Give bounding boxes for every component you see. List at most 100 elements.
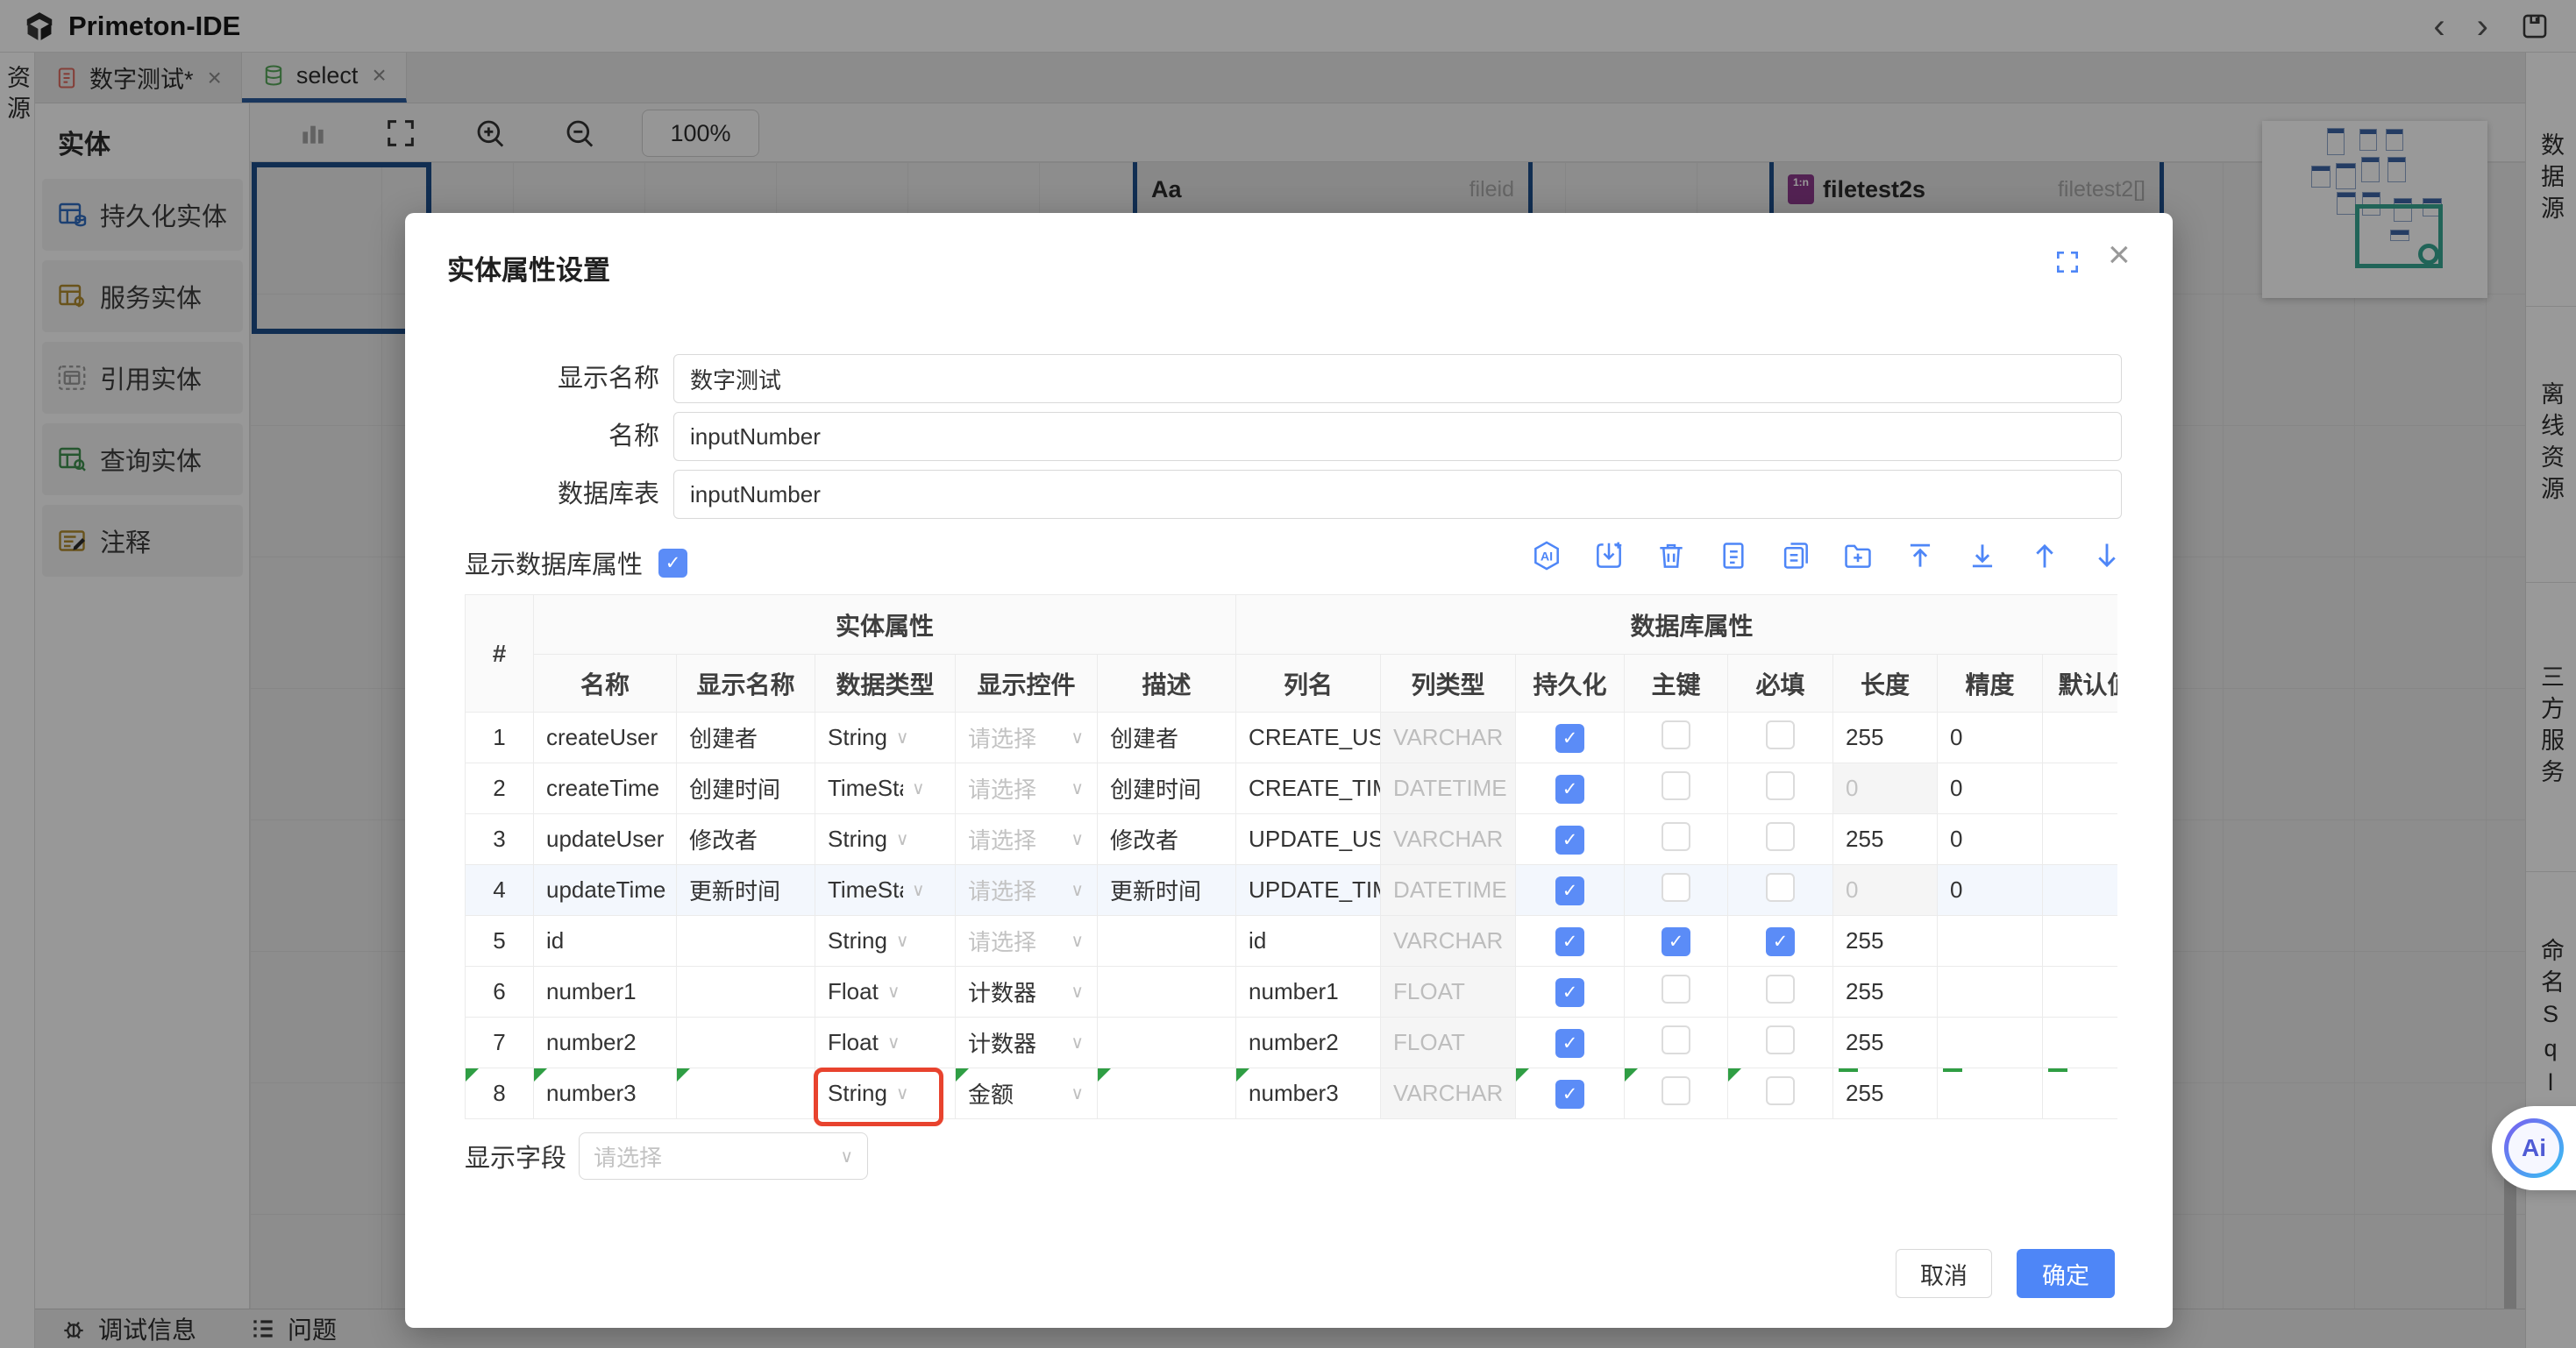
required-checkbox: ✓ xyxy=(1766,927,1795,956)
data-type-select: String∨ xyxy=(828,927,909,954)
col-header-data-type: 数据类型 xyxy=(815,655,956,713)
data-type-select: String∨ xyxy=(828,724,909,751)
delete-row-icon[interactable] xyxy=(1654,539,1688,572)
required-checkbox xyxy=(1766,1076,1795,1105)
show-db-props-checkbox[interactable]: ✓ xyxy=(658,549,687,578)
control-select: 请选择∨ xyxy=(968,874,1084,906)
attr-name-cell: number3 xyxy=(534,1068,676,1118)
default-cell xyxy=(2043,967,2117,1017)
fullscreen-icon[interactable] xyxy=(2053,248,2081,276)
move-to-bottom-icon[interactable] xyxy=(1966,539,1999,572)
document-icon[interactable] xyxy=(1717,539,1750,572)
length-cell: 255 xyxy=(1833,916,1937,966)
close-icon[interactable]: × xyxy=(2108,236,2131,274)
column-type-cell: VARCHAR xyxy=(1381,916,1516,967)
precision-cell: 0 xyxy=(1938,865,2042,915)
required-checkbox xyxy=(1766,822,1795,851)
description-cell: 创建时间 xyxy=(1098,763,1235,813)
table-row[interactable]: 5idString∨请选择∨idVARCHAR✓✓✓255 xyxy=(466,916,2118,967)
persist-checkbox: ✓ xyxy=(1555,826,1584,855)
move-to-top-icon[interactable] xyxy=(1904,539,1937,572)
persist-checkbox: ✓ xyxy=(1555,876,1584,905)
description-cell xyxy=(1098,1018,1235,1068)
chevron-down-icon: ∨ xyxy=(912,879,925,901)
row-index: 2 xyxy=(466,763,534,814)
primary-key-checkbox xyxy=(1662,1025,1690,1054)
dialog-title: 实体属性设置 xyxy=(447,248,610,287)
length-cell: 255 xyxy=(1833,713,1937,763)
required-checkbox xyxy=(1766,975,1795,1004)
table-row[interactable]: 6number1Float∨计数器∨number1FLOAT✓255 xyxy=(466,967,2118,1018)
chevron-down-icon: ∨ xyxy=(896,930,909,952)
chevron-down-icon: ∨ xyxy=(887,1032,900,1054)
precision-cell xyxy=(1938,967,2042,1017)
dialog-toolbar: AI xyxy=(1530,539,2124,572)
length-cell: 255 xyxy=(1833,967,1937,1017)
column-type-cell: DATETIME xyxy=(1381,763,1516,814)
required-checkbox xyxy=(1766,1025,1795,1054)
col-header-description: 描述 xyxy=(1098,655,1236,713)
data-type-select: Float∨ xyxy=(828,1029,900,1056)
app-window: Primeton-IDE ‹ › 资源 数字测试* × select xyxy=(0,0,2576,1348)
persist-checkbox: ✓ xyxy=(1555,978,1584,1007)
precision-cell xyxy=(1938,916,2042,966)
display-field-select[interactable]: 请选择 ∨ xyxy=(579,1132,868,1180)
table-row[interactable]: 8number3String∨金额∨number3VARCHAR✓255 xyxy=(466,1068,2118,1119)
column-name-cell: number3 xyxy=(1236,1068,1380,1118)
chevron-down-icon: ∨ xyxy=(1071,1082,1084,1104)
required-checkbox xyxy=(1766,720,1795,749)
attr-name-cell: createUser xyxy=(534,713,676,763)
import-row-icon[interactable] xyxy=(1592,539,1626,572)
table-row[interactable]: 2createTime创建时间TimeStamp∨请选择∨创建时间CREATE_… xyxy=(466,763,2118,814)
add-folder-icon[interactable] xyxy=(1841,539,1875,572)
table-row[interactable]: 1createUser创建者String∨请选择∨创建者CREATE_USERV… xyxy=(466,713,2118,763)
move-up-icon[interactable] xyxy=(2028,539,2061,572)
db-table-label: 数据库表 xyxy=(405,470,659,519)
attr-display-name-cell: 更新时间 xyxy=(677,865,815,915)
chevron-down-icon: ∨ xyxy=(1071,828,1084,850)
col-header-name: 名称 xyxy=(534,655,677,713)
table-row[interactable]: 4updateTime更新时间TimeStamp∨请选择∨更新时间UPDATE_… xyxy=(466,865,2118,916)
db-table-input[interactable]: inputNumber xyxy=(673,470,2122,519)
cancel-button[interactable]: 取消 xyxy=(1896,1249,1992,1298)
copy-row-icon[interactable] xyxy=(1779,539,1812,572)
ok-button[interactable]: 确定 xyxy=(2017,1249,2115,1298)
length-cell: 0 xyxy=(1833,763,1937,813)
primary-key-checkbox xyxy=(1662,873,1690,902)
chevron-down-icon: ∨ xyxy=(896,828,909,850)
column-name-cell: UPDATE_TIME xyxy=(1236,865,1380,915)
ai-assistant-button[interactable]: Ai xyxy=(2492,1106,2576,1190)
ai-generate-icon[interactable]: AI xyxy=(1530,539,1563,572)
chevron-down-icon: ∨ xyxy=(840,1146,853,1167)
name-input[interactable]: inputNumber xyxy=(673,412,2122,461)
persist-checkbox: ✓ xyxy=(1555,1029,1584,1058)
control-select: 金额∨ xyxy=(968,1077,1084,1110)
move-down-icon[interactable] xyxy=(2090,539,2124,572)
row-index: 6 xyxy=(466,967,534,1018)
col-header-persist: 持久化 xyxy=(1516,655,1625,713)
table-row[interactable]: 7number2Float∨计数器∨number2FLOAT✓255 xyxy=(466,1018,2118,1068)
data-type-select: TimeStamp∨ xyxy=(828,876,925,904)
attr-name-cell: createTime xyxy=(534,763,676,813)
persist-checkbox: ✓ xyxy=(1555,927,1584,956)
default-cell xyxy=(2043,1068,2117,1118)
control-select: 请选择∨ xyxy=(968,823,1084,855)
ai-icon: Ai xyxy=(2504,1118,2564,1178)
primary-key-checkbox xyxy=(1662,822,1690,851)
chevron-down-icon: ∨ xyxy=(1071,727,1084,748)
description-cell xyxy=(1098,916,1235,966)
column-type-cell: FLOAT xyxy=(1381,1018,1516,1068)
data-type-select: Float∨ xyxy=(828,978,900,1005)
chevron-down-icon: ∨ xyxy=(896,727,909,748)
col-header-display-name: 显示名称 xyxy=(677,655,815,713)
control-select: 计数器∨ xyxy=(968,1026,1084,1059)
error-highlight-box xyxy=(814,1068,943,1126)
table-row[interactable]: 3updateUser修改者String∨请选择∨修改者UPDATE_USERV… xyxy=(466,814,2118,865)
primary-key-checkbox: ✓ xyxy=(1662,927,1690,956)
attr-name-cell: id xyxy=(534,916,676,966)
display-name-input[interactable]: 数字测试 xyxy=(673,354,2122,403)
primary-key-checkbox xyxy=(1662,771,1690,800)
show-db-props-label: 显示数据库属性 xyxy=(465,544,643,581)
precision-cell: 0 xyxy=(1938,713,2042,763)
data-type-select: TimeStamp∨ xyxy=(828,775,925,802)
